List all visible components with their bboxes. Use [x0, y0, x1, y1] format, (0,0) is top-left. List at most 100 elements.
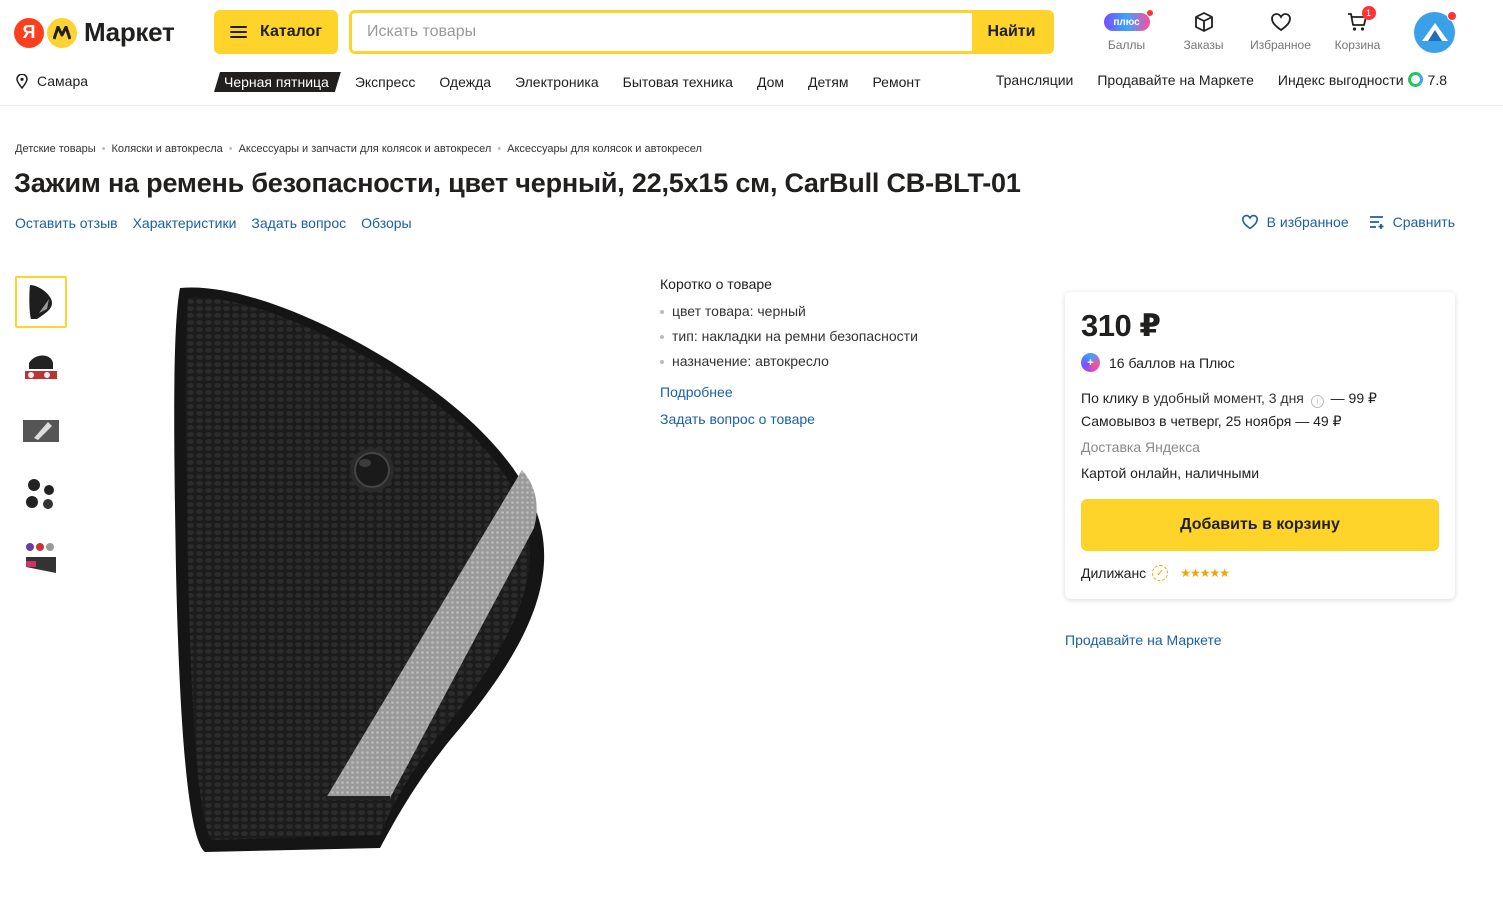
delivery-info: По клику в удобный момент, 3 дня i — 99 …	[1081, 387, 1439, 485]
delivery-click-strong: По клику	[1081, 390, 1139, 406]
search-button[interactable]: Найти	[972, 13, 1051, 51]
seller-name[interactable]: Дилижанс	[1081, 565, 1146, 581]
nav-appliances[interactable]: Бытовая техника	[623, 74, 733, 90]
seller-rating-stars: ★★★★★	[1180, 566, 1230, 580]
location-label: Самара	[37, 73, 89, 89]
payment-methods: Картой онлайн, наличными	[1081, 465, 1260, 481]
breadcrumb-item[interactable]: Аксессуары для колясок и автокресел	[507, 143, 702, 155]
nav-right: Трансляции Продавайте на Маркете Индекс …	[972, 72, 1447, 88]
header-icons: плюс Баллы Заказы Избранное 1 Корзина	[1088, 6, 1396, 52]
market-logo-icon	[47, 17, 77, 48]
compare-label: Сравнить	[1392, 214, 1455, 230]
nav-home[interactable]: Дом	[757, 74, 784, 90]
header-points[interactable]: плюс Баллы	[1088, 8, 1165, 52]
pickup-option: Самовывоз в четверг, 25 ноября — 49 ₽	[1081, 413, 1342, 429]
add-to-cart-button[interactable]: Добавить в корзину	[1081, 499, 1439, 551]
more-details-link[interactable]: Подробнее	[660, 384, 918, 400]
breadcrumb-item[interactable]: Детские товары	[15, 143, 96, 155]
user-avatar[interactable]	[1414, 11, 1457, 53]
sell-on-market-link[interactable]: Продавайте на Маркете	[1065, 632, 1222, 648]
nav-electronics[interactable]: Электроника	[515, 74, 599, 90]
product-actions: В избранное Сравнить	[1221, 214, 1455, 230]
page-title: Зажим на ремень безопасности, цвет черны…	[14, 168, 1021, 198]
thumbnail[interactable]	[15, 340, 67, 392]
breadcrumb-separator: •	[228, 143, 233, 155]
spec-item: цвет товара: черный	[660, 303, 918, 319]
location-selector[interactable]: Самара	[16, 73, 88, 89]
thumbnail-image	[26, 543, 56, 573]
specs-link[interactable]: Характеристики	[133, 215, 237, 231]
thumbnail[interactable]	[15, 404, 67, 456]
nav-black-friday[interactable]: Черная пятница	[214, 72, 341, 92]
header-orders-label: Заказы	[1183, 38, 1224, 52]
thumbnail[interactable]	[15, 276, 67, 328]
price: 310 ₽	[1081, 308, 1161, 343]
thumbnail-image	[23, 420, 59, 442]
nav-benefit-index[interactable]: Индекс выгодности 7.8	[1278, 72, 1447, 88]
nav-broadcasts[interactable]: Трансляции	[996, 72, 1073, 88]
thumbnail-image	[29, 285, 52, 319]
delivery-click-price: — 99 ₽	[1330, 390, 1377, 406]
nav-repair[interactable]: Ремонт	[872, 74, 920, 90]
catalog-label: Каталог	[260, 23, 322, 40]
breadcrumb-separator: •	[101, 143, 106, 155]
market-logo[interactable]: Я Маркет	[14, 17, 175, 48]
breadcrumb: Детские товары • Коляски и автокресла • …	[15, 143, 702, 155]
delivery-click-option: По клику в удобный момент, 3 дня i — 99 …	[1081, 387, 1439, 410]
plus-badge-label: плюс	[1113, 16, 1140, 28]
buy-box: 310 ₽ + 16 баллов на Плюс По клику в удо…	[1065, 292, 1455, 599]
header-orders[interactable]: Заказы	[1165, 8, 1242, 52]
compare-button[interactable]: Сравнить	[1369, 214, 1455, 230]
search-bar: Найти	[349, 10, 1054, 54]
thumbnail-list	[15, 276, 67, 596]
nav-kids[interactable]: Детям	[808, 74, 848, 90]
header: Я Маркет Каталог Найти плюс Баллы Зак	[0, 0, 1503, 106]
logo-text: Маркет	[84, 17, 175, 47]
info-icon[interactable]: i	[1310, 395, 1324, 408]
heart-icon	[1270, 8, 1292, 36]
plus-bonus-label: 16 баллов на Плюс	[1109, 354, 1235, 371]
category-menu: Черная пятница Экспресс Одежда Электрони…	[214, 72, 945, 92]
product-main-image[interactable]	[150, 270, 590, 870]
nav-clothes[interactable]: Одежда	[439, 74, 491, 90]
nav-bar: Самара Черная пятница Экспресс Одежда Эл…	[0, 70, 1503, 94]
spec-item: тип: накладки на ремни безопасности	[660, 328, 918, 344]
spec-list: цвет товара: черный тип: накладки на рем…	[660, 303, 918, 369]
reviews-link[interactable]: Обзоры	[361, 215, 412, 231]
ask-question-link[interactable]: Задать вопрос	[251, 215, 346, 231]
yandex-logo-icon: Я	[14, 17, 44, 48]
plus-bonus: + 16 баллов на Плюс	[1081, 353, 1439, 372]
breadcrumb-item[interactable]: Аксессуары и запчасти для колясок и авто…	[239, 143, 492, 155]
plus-points-icon: +	[1081, 353, 1100, 372]
leave-review-link[interactable]: Оставить отзыв	[15, 215, 118, 231]
seller-info: Дилижанс ✓ ★★★★★	[1081, 565, 1439, 581]
benefit-index-label: Индекс выгодности	[1277, 72, 1404, 88]
menu-icon	[230, 26, 247, 38]
cart-icon: 1	[1347, 6, 1376, 36]
thumbnail-image	[25, 355, 57, 379]
verified-seller-icon: ✓	[1152, 565, 1169, 581]
nav-express[interactable]: Экспресс	[355, 74, 416, 90]
thumbnail[interactable]	[15, 532, 67, 584]
short-info: Коротко о товаре цвет товара: черный тип…	[660, 276, 918, 427]
header-cart[interactable]: 1 Корзина	[1319, 6, 1396, 52]
delivery-click-rest: в удобный момент, 3 дня	[1138, 390, 1304, 406]
benefit-index-ring-icon	[1407, 72, 1423, 87]
location-pin-icon	[16, 73, 28, 89]
breadcrumb-item[interactable]: Коляски и автокресла	[112, 143, 223, 155]
add-to-favorites-button[interactable]: В избранное	[1241, 214, 1349, 230]
catalog-button[interactable]: Каталог	[214, 10, 338, 54]
header-favorites[interactable]: Избранное	[1242, 8, 1319, 52]
compare-icon	[1369, 216, 1384, 229]
header-points-label: Баллы	[1107, 38, 1146, 52]
search-input[interactable]	[352, 13, 972, 51]
favorites-label: В избранное	[1266, 214, 1349, 230]
ask-product-question-link[interactable]: Задать вопрос о товаре	[660, 411, 918, 427]
plus-icon: плюс	[1103, 9, 1154, 31]
header-cart-label: Корзина	[1334, 38, 1381, 52]
nav-sell-on-market[interactable]: Продавайте на Маркете	[1097, 72, 1254, 88]
avatar-notification-dot	[1447, 11, 1457, 21]
box-icon	[1194, 8, 1214, 36]
thumbnail[interactable]	[15, 468, 67, 520]
short-info-heading: Коротко о товаре	[660, 276, 772, 292]
